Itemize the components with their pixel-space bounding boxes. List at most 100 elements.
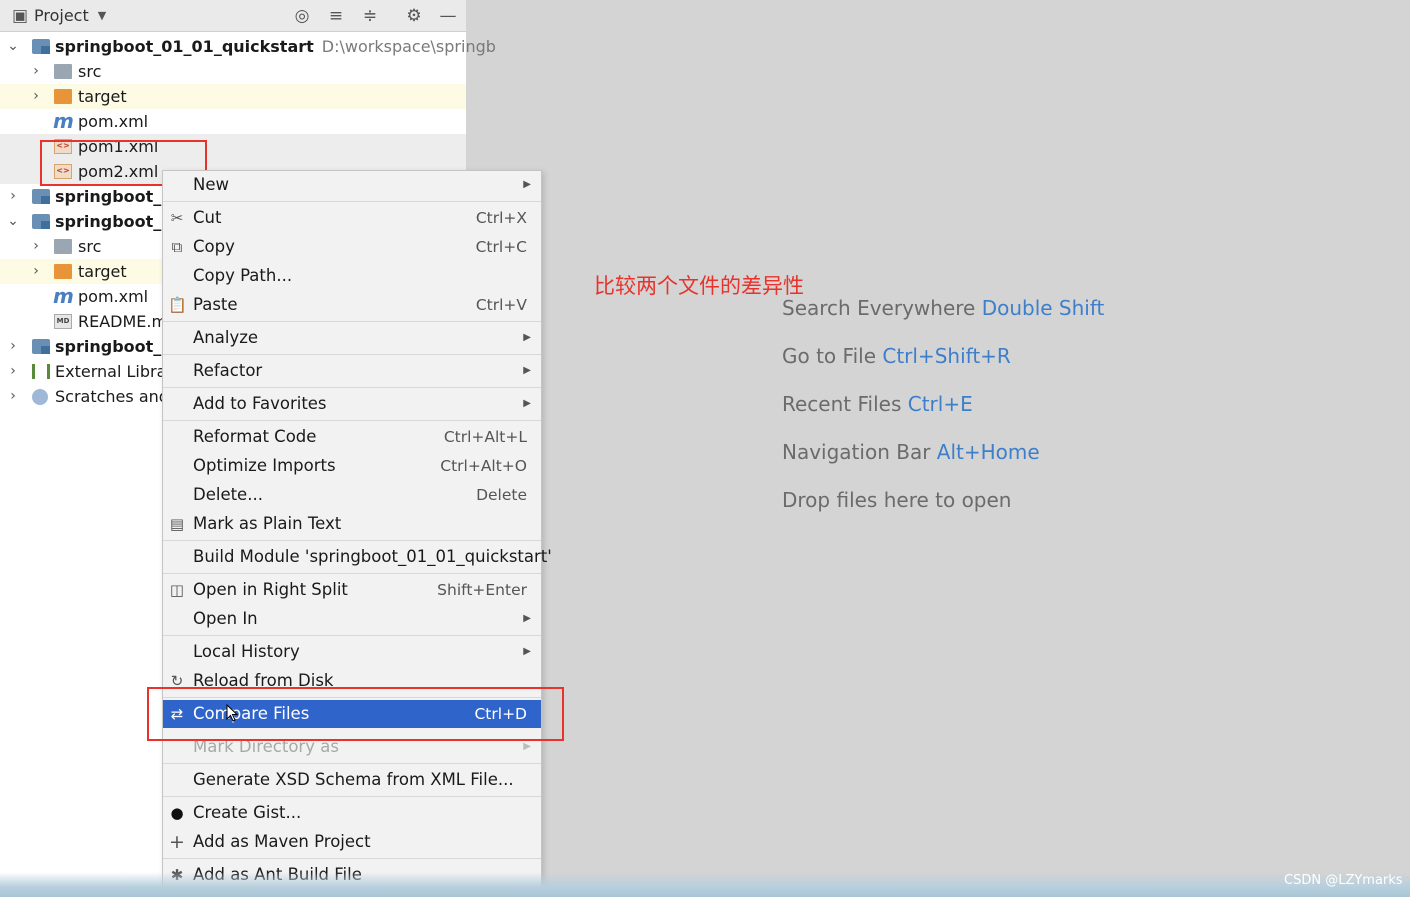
chevron-right-icon[interactable]: › (6, 359, 20, 384)
clipboard-icon: 📋 (168, 296, 187, 314)
menu-item-add-to-favorites[interactable]: Add to Favorites ▶ (163, 390, 541, 418)
menu-item-reformat-code[interactable]: Reformat Code Ctrl+Alt+L (163, 423, 541, 451)
menu-shortcut: Delete (476, 486, 527, 504)
menu-item-add-as-maven-project[interactable]: + Add as Maven Project (163, 828, 541, 856)
decorative-wave (0, 872, 1410, 897)
menu-shortcut: Shift+Enter (437, 581, 527, 599)
tree-label: pom.xml (78, 287, 149, 306)
hide-icon[interactable]: — (436, 0, 460, 32)
menu-shortcut: Ctrl+V (475, 296, 527, 314)
menu-item-build-module[interactable]: Build Module 'springboot_01_01_quickstar… (163, 543, 552, 571)
menu-separator (163, 387, 541, 388)
menu-item-generate-xsd[interactable]: Generate XSD Schema from XML File... (163, 766, 541, 794)
plain-text-icon: ▤ (169, 515, 185, 533)
menu-item-delete[interactable]: Delete... Delete (163, 481, 541, 509)
menu-shortcut: Ctrl+C (475, 238, 527, 256)
copy-icon: ⧉ (171, 238, 183, 256)
menu-item-open-in[interactable]: Open In ▶ (163, 605, 541, 633)
menu-separator (163, 635, 541, 636)
menu-item-open-in-right-split[interactable]: ◫ Open in Right Split Shift+Enter (163, 576, 541, 604)
menu-item-analyze[interactable]: Analyze ▶ (163, 324, 541, 352)
menu-item-label: Delete... (193, 485, 263, 504)
menu-shortcut: Ctrl+Alt+O (440, 457, 527, 475)
hint-search-everywhere: Search Everywhere Double Shift (782, 296, 1105, 320)
maven-icon: m (53, 109, 74, 133)
submenu-arrow-icon: ▶ (523, 179, 531, 190)
menu-item-copy-path[interactable]: Copy Path... (163, 262, 541, 290)
menu-item-optimize-imports[interactable]: Optimize Imports Ctrl+Alt+O (163, 452, 541, 480)
submenu-arrow-icon: ▶ (523, 613, 531, 624)
excluded-folder-icon (54, 89, 72, 104)
module-icon (32, 189, 50, 204)
chevron-right-icon[interactable]: › (6, 184, 20, 209)
submenu-arrow-icon: ▶ (523, 646, 531, 657)
folder-icon (54, 64, 72, 79)
menu-separator (163, 321, 541, 322)
annotation-box-compare-files (147, 687, 564, 741)
chevron-right-icon[interactable]: › (29, 259, 43, 284)
menu-item-label: Local History (193, 642, 300, 661)
menu-item-label: Copy Path... (193, 266, 293, 285)
tree-label: Scratches and (55, 387, 169, 406)
project-view-icon: ▣ (11, 6, 29, 26)
chevron-right-icon[interactable]: › (29, 59, 43, 84)
chevron-down-icon[interactable]: ⌄ (6, 209, 20, 234)
hint-navigation-bar: Navigation Bar Alt+Home (782, 440, 1040, 464)
module-icon (32, 214, 50, 229)
chevron-right-icon[interactable]: › (29, 84, 43, 109)
menu-item-create-gist[interactable]: ● Create Gist... (163, 799, 541, 827)
module-path: D:\workspace\springb (321, 37, 496, 56)
menu-item-new[interactable]: New ▶ (163, 171, 541, 199)
submenu-arrow-icon: ▶ (523, 332, 531, 343)
menu-item-local-history[interactable]: Local History ▶ (163, 638, 541, 666)
menu-item-label: Build Module 'springboot_01_01_quickstar… (193, 547, 552, 566)
maven-icon: m (53, 284, 74, 308)
tree-label: springboot_0 (55, 337, 173, 356)
menu-item-cut[interactable]: ✂ Cut Ctrl+X (163, 204, 541, 232)
menu-item-label: Create Gist... (193, 803, 302, 822)
project-view-selector[interactable]: Project (34, 0, 89, 32)
tree-row-src[interactable]: › src (0, 59, 466, 84)
plus-icon: + (169, 831, 185, 853)
tree-label: pom.xml (78, 112, 149, 131)
collapse-all-icon[interactable]: ≑ (358, 0, 382, 32)
menu-item-label: Reformat Code (193, 427, 317, 446)
submenu-arrow-icon: ▶ (523, 365, 531, 376)
tree-label: springboot_0 (55, 212, 173, 231)
chevron-right-icon[interactable]: › (29, 234, 43, 259)
project-header: ▣ Project ▼ ◎ ≡ ≑ ⚙ — (0, 0, 466, 32)
annotation-text: 比较两个文件的差异性 (594, 274, 804, 298)
menu-item-paste[interactable]: 📋 Paste Ctrl+V (163, 291, 541, 319)
menu-item-label: Refactor (193, 361, 263, 380)
chevron-down-icon[interactable]: ⌄ (6, 34, 20, 59)
locate-icon[interactable]: ◎ (290, 0, 314, 32)
menu-item-copy[interactable]: ⧉ Copy Ctrl+C (163, 233, 541, 261)
chevron-right-icon[interactable]: › (6, 334, 20, 359)
menu-separator (163, 420, 541, 421)
gear-icon[interactable]: ⚙ (402, 0, 426, 32)
chevron-right-icon[interactable]: › (6, 384, 20, 409)
folder-icon (54, 239, 72, 254)
menu-shortcut: Ctrl+X (475, 209, 527, 227)
menu-item-refactor[interactable]: Refactor ▶ (163, 357, 541, 385)
expand-all-icon[interactable]: ≡ (324, 0, 348, 32)
context-menu: New ▶ ✂ Cut Ctrl+X ⧉ Copy Ctrl+C Copy Pa… (162, 170, 552, 897)
tree-label: src (78, 237, 102, 256)
menu-separator (163, 763, 541, 764)
mouse-cursor-icon (226, 704, 238, 722)
menu-shortcut: Ctrl+Alt+L (443, 428, 527, 446)
markdown-file-icon: MD (54, 314, 72, 329)
menu-item-mark-as-plain-text[interactable]: ▤ Mark as Plain Text (163, 510, 541, 538)
tree-row-root-module[interactable]: ⌄ springboot_01_01_quickstart D:\workspac… (0, 34, 496, 59)
tree-label: springboot_0 (55, 187, 173, 206)
tree-row-target[interactable]: › target (0, 84, 466, 109)
submenu-arrow-icon: ▶ (523, 398, 531, 409)
chevron-down-icon[interactable]: ▼ (90, 0, 114, 32)
menu-item-label: Cut (193, 208, 222, 227)
menu-separator (163, 540, 541, 541)
menu-item-label: Open In (193, 609, 258, 628)
module-icon (32, 39, 50, 54)
tree-row-pom[interactable]: m pom.xml (0, 109, 466, 134)
hint-go-to-file: Go to File Ctrl+Shift+R (782, 344, 1011, 368)
menu-item-label: Analyze (193, 328, 259, 347)
